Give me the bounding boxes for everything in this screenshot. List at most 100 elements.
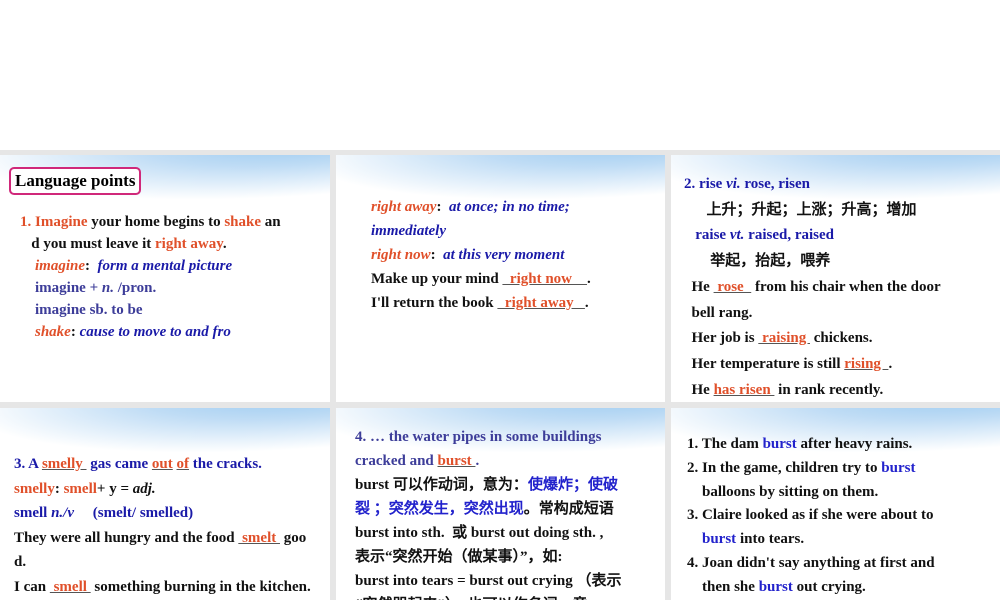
- text-segment: adj.: [132, 480, 156, 497]
- text-segment: raised, raised: [744, 227, 834, 244]
- text-segment: n./v: [51, 505, 74, 521]
- text-segment: burst: [758, 578, 793, 595]
- text-line: He has risen in rank recently.: [684, 378, 941, 402]
- text-segment: .: [222, 236, 227, 252]
- text-segment: 3. A: [14, 456, 42, 472]
- text-segment: /pron.: [113, 280, 157, 296]
- text-line: shake: cause to move to and fro: [20, 321, 281, 343]
- text-line: Her job is raising chickens.: [684, 326, 941, 352]
- text-line: 1. The dam burst after heavy rains.: [687, 433, 935, 457]
- text-segment: burst: [881, 459, 916, 476]
- text-segment: imagine sb. to be: [20, 302, 143, 318]
- text-segment: imagine +: [20, 280, 102, 296]
- slide-4-thumbnail[interactable]: 3. A smelly gas came out of the cracks. s…: [0, 408, 330, 600]
- text-segment: into tears.: [736, 531, 805, 548]
- text-line: “突然哭起来”），也可以作名词，意: [355, 593, 621, 600]
- text-segment: burst into sth. 或 burst out doing sth. ,: [355, 525, 604, 541]
- text-segment: right away: [155, 236, 223, 252]
- text-line: balloons by sitting on them.: [687, 481, 935, 505]
- text-line: 上升；升起；上涨；升高；增加: [684, 198, 941, 224]
- text-line: 举起，抬起，喂养: [684, 249, 941, 275]
- text-segment: [687, 531, 702, 547]
- slide-body: 4. … the water pipes in some buildings cr…: [355, 425, 621, 600]
- text-segment: 。常构成短语: [523, 501, 614, 517]
- slide-body: 1. Imagine your home begins to shake an …: [20, 211, 281, 343]
- text-segment: :: [436, 199, 449, 215]
- slide-6-thumbnail[interactable]: 1. The dam burst after heavy rains. 2. In…: [671, 408, 1000, 600]
- slide-5-thumbnail[interactable]: 4. … the water pipes in some buildings cr…: [336, 408, 665, 600]
- text-segment: :: [70, 324, 80, 340]
- slide-1-thumbnail[interactable]: Language points 1. Imagine your home beg…: [0, 155, 330, 402]
- text-segment: bell rang.: [684, 304, 753, 321]
- text-line: They were all hungry and the food smelt …: [14, 526, 311, 551]
- text-line: He rose from his chair when the door: [684, 275, 941, 301]
- text-segment: :: [85, 258, 98, 274]
- text-segment: 使爆炸；使破: [527, 477, 618, 493]
- text-segment: right away: [371, 199, 437, 215]
- text-segment: 上升；升起；上涨；升高；增加: [684, 201, 917, 218]
- text-segment: rose, risen: [740, 176, 810, 192]
- text-segment: balloons by sitting on them.: [687, 483, 879, 500]
- text-line: bell rang.: [684, 301, 941, 327]
- text-segment: an: [261, 214, 281, 230]
- text-segment: the cracks.: [189, 456, 262, 472]
- text-segment: your home begins to: [87, 214, 225, 230]
- text-segment: vi.: [726, 176, 741, 192]
- text-segment: smell: [14, 505, 52, 521]
- text-segment: He: [684, 278, 714, 295]
- text-segment: 表示“突然开始（做某事）”，如:: [355, 549, 563, 565]
- text-line: 4. Joan didn't say anything at first and: [687, 552, 935, 576]
- text-segment: smelly: [14, 480, 55, 497]
- text-segment: burst into tears = burst out crying （表示: [355, 573, 622, 589]
- text-line: right now: at this very moment: [371, 243, 591, 267]
- text-segment: .: [587, 271, 591, 287]
- text-segment: 裂 ；突然发生，突然出现: [355, 501, 524, 517]
- text-line: raise vt. raised, raised: [684, 223, 941, 249]
- text-segment: 2. rise: [684, 176, 727, 192]
- text-line: 表示“突然开始（做某事）”，如:: [355, 545, 621, 569]
- text-segment: vt.: [729, 227, 745, 244]
- text-line: 2. In the game, children try to burst: [687, 457, 935, 481]
- text-line: I can smell something burning in the kit…: [14, 575, 311, 600]
- text-segment: + y =: [96, 480, 133, 497]
- text-segment: shake: [20, 324, 71, 340]
- text-segment: Her job is: [684, 330, 759, 347]
- text-segment: :: [430, 247, 444, 263]
- text-line: d you must leave it right away.: [20, 233, 281, 255]
- text-segment: form a mental picture: [97, 258, 233, 274]
- text-segment: He: [684, 381, 714, 398]
- slide-3-thumbnail[interactable]: 2. rise vi. rose, risen 上升；升起；上涨；升高；增加 r…: [671, 155, 1000, 402]
- text-segment: .: [888, 355, 893, 372]
- slide-body: right away: at once; in no time; immediat…: [371, 195, 591, 315]
- text-line: imagine + n. /pron.: [20, 277, 281, 299]
- text-line: smell n./v (smelt/ smelled): [14, 501, 311, 526]
- text-segment: gas came: [86, 456, 152, 472]
- text-line: imagine sb. to be: [20, 299, 281, 321]
- text-segment: out crying.: [792, 578, 866, 595]
- slide-2-thumbnail[interactable]: right away: at once; in no time; immediat…: [336, 155, 665, 402]
- slide-body: 3. A smelly gas came out of the cracks. s…: [14, 452, 311, 599]
- text-segment: chickens.: [810, 330, 873, 347]
- answer-blank: right away: [497, 295, 585, 311]
- text-line: 4. … the water pipes in some buildings: [355, 425, 621, 449]
- text-segment: d.: [14, 554, 27, 570]
- text-segment: after heavy rains.: [796, 436, 913, 452]
- text-segment: .: [475, 453, 480, 469]
- answer-blank: smell: [49, 578, 91, 595]
- text-line: 3. Claire looked as if she were about to: [687, 504, 935, 528]
- text-segment: I can: [14, 578, 50, 595]
- text-line: 3. A smelly gas came out of the cracks.: [14, 452, 311, 477]
- text-line: right away: at once; in no time;: [371, 195, 591, 219]
- text-line: burst 可以作动词，意为：使爆炸；使破: [355, 473, 621, 497]
- text-line: 1. Imagine your home begins to shake an: [20, 211, 281, 233]
- text-segment: smell: [63, 480, 97, 497]
- answer-blank: smelt: [238, 529, 280, 546]
- text-line: Make up your mind right now .: [371, 267, 591, 291]
- text-segment: 3. Claire looked as if she were about to: [687, 507, 934, 524]
- answer-blank: smelly: [41, 456, 87, 472]
- text-line: burst into tears = burst out crying （表示: [355, 569, 621, 593]
- text-segment: in rank recently.: [774, 381, 884, 398]
- answer-blank: right now: [502, 271, 588, 287]
- text-line: Her temperature is still rising .: [684, 352, 941, 378]
- text-line: immediately: [371, 219, 591, 243]
